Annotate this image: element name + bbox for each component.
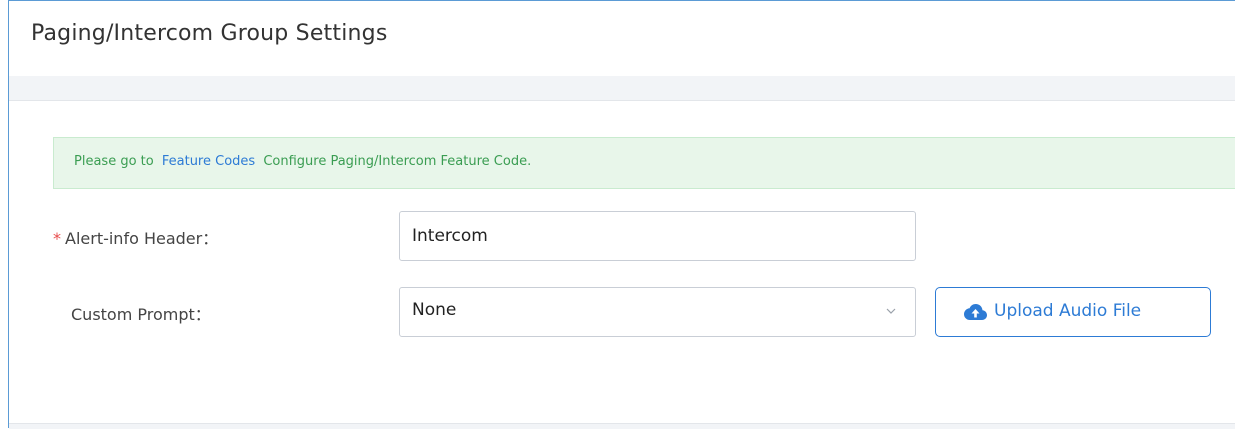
alert-info-label: * Alert-info Header： [53,225,218,249]
info-notice: Please go to Feature Codes Configure Pag… [53,137,1235,189]
alert-info-label-text: Alert-info Header： [65,229,219,248]
feature-codes-link[interactable]: Feature Codes [162,154,255,169]
chevron-down-icon [886,308,896,314]
custom-prompt-select[interactable]: None [399,287,916,337]
panel-header: Paging/Intercom Group Settings [9,1,1235,76]
page-title: Paging/Intercom Group Settings [31,21,388,46]
alert-info-header-input[interactable] [399,211,916,261]
upload-audio-file-label: Upload Audio File [994,301,1142,321]
cloud-upload-icon [964,304,987,320]
custom-prompt-selected-value: None [412,300,457,320]
alert-info-row: * Alert-info Header： [9,211,1235,261]
custom-prompt-row: Custom Prompt： None Upload Audio File [9,287,1235,337]
notice-prefix: Please go to [74,154,154,169]
custom-prompt-label: Custom Prompt： [71,305,211,324]
upload-audio-file-button[interactable]: Upload Audio File [935,287,1211,337]
notice-suffix: Configure Paging/Intercom Feature Code. [263,154,532,169]
required-mark: * [53,229,61,248]
footer-divider [9,423,1235,429]
header-divider [9,76,1235,101]
notice-text: Please go to Feature Codes Configure Pag… [74,154,531,169]
settings-panel: Paging/Intercom Group Settings Please go… [8,0,1235,429]
